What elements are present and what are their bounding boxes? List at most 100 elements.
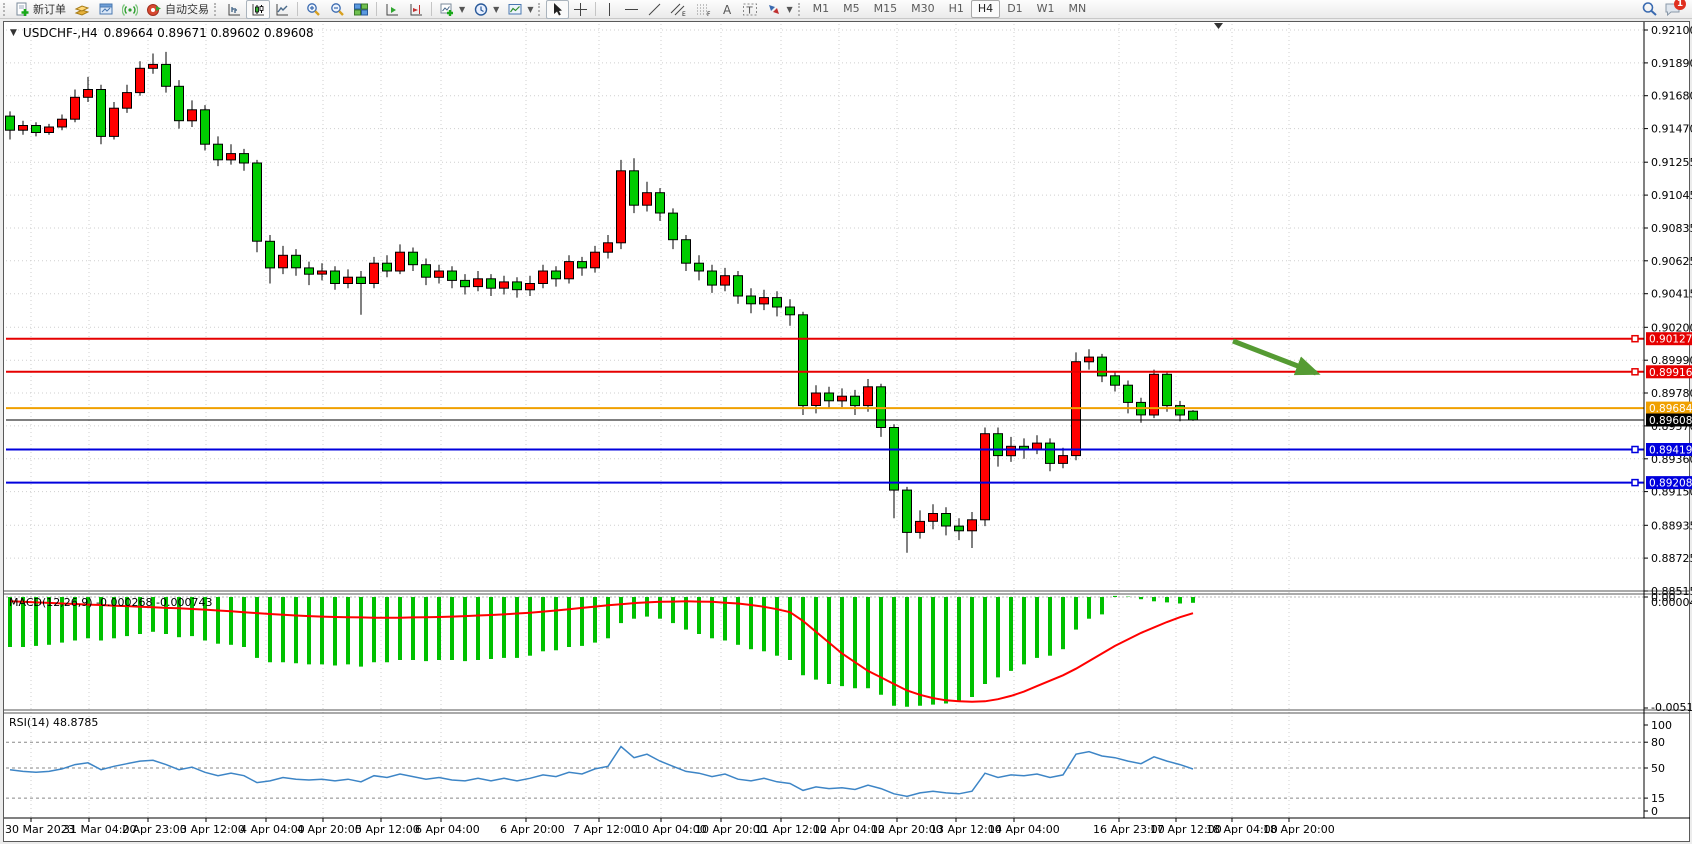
candle bbox=[435, 271, 444, 277]
horizontal-line-tool-button[interactable] bbox=[620, 0, 643, 19]
new-order-button[interactable]: 新订单 bbox=[11, 0, 70, 19]
svg-text:0.91255: 0.91255 bbox=[1651, 156, 1692, 169]
timeframe-button-M30[interactable]: M30 bbox=[904, 0, 942, 18]
data-window-button[interactable] bbox=[94, 0, 118, 19]
candle bbox=[1007, 446, 1016, 455]
timeframe-toolbar: M1M5M15M30H1H4D1W1MN bbox=[806, 0, 1094, 18]
timeframe-button-MN[interactable]: MN bbox=[1062, 0, 1094, 18]
timeframe-button-H4[interactable]: H4 bbox=[971, 0, 1000, 18]
candle bbox=[253, 163, 262, 241]
periods-button[interactable]: ▼ bbox=[469, 0, 503, 19]
new-chart-button[interactable]: ▼ bbox=[435, 0, 469, 19]
toolbar-drag-handle[interactable] bbox=[538, 3, 543, 16]
toolbar: 新订单 自动交易 ▼ bbox=[0, 0, 1692, 19]
svg-text:4 Apr 04:00: 4 Apr 04:00 bbox=[240, 823, 305, 836]
candle bbox=[721, 276, 730, 285]
svg-text:0.89990: 0.89990 bbox=[1651, 354, 1692, 367]
market-watch-button[interactable] bbox=[70, 0, 94, 19]
algo-trading-button[interactable]: 自动交易 bbox=[142, 0, 213, 19]
candle bbox=[630, 171, 639, 205]
chart-shift-marker[interactable] bbox=[1214, 23, 1223, 29]
zoom-out-button[interactable] bbox=[325, 0, 349, 19]
candle bbox=[240, 154, 249, 163]
timeframe-button-D1[interactable]: D1 bbox=[1000, 0, 1029, 18]
arrows-tool-button[interactable]: ▼ bbox=[762, 0, 796, 19]
new-order-label: 新订单 bbox=[33, 1, 66, 17]
timeframe-button-M15[interactable]: M15 bbox=[867, 0, 905, 18]
toolbar-separator bbox=[595, 2, 596, 16]
search-icon[interactable] bbox=[1641, 1, 1658, 17]
tile-windows-button[interactable] bbox=[349, 0, 373, 19]
candle bbox=[318, 271, 327, 274]
candle bbox=[864, 387, 873, 406]
bar-chart-type-button[interactable] bbox=[222, 0, 246, 19]
toolbar-drag-handle[interactable] bbox=[214, 3, 219, 16]
candlestick-chart-type-button[interactable] bbox=[246, 0, 270, 19]
timeframe-button-M5[interactable]: M5 bbox=[836, 0, 867, 18]
svg-text:E: E bbox=[682, 11, 686, 17]
auto-scroll-button[interactable] bbox=[380, 0, 404, 19]
macd-pane bbox=[6, 596, 1644, 707]
candle bbox=[292, 255, 301, 267]
trend-arrow-annotation[interactable] bbox=[1233, 341, 1316, 373]
candle bbox=[942, 514, 951, 527]
svg-text:0.90415: 0.90415 bbox=[1651, 288, 1692, 301]
signals-button[interactable] bbox=[118, 0, 142, 19]
cursor-tool-button[interactable] bbox=[546, 0, 569, 19]
svg-text:3 Apr 12:00: 3 Apr 12:00 bbox=[180, 823, 245, 836]
macd-indicator-label: MACD(12,26,9) -0.000268 -0.000743 bbox=[9, 596, 212, 609]
one-click-trading-toggle-icon[interactable]: ▼ bbox=[10, 28, 17, 38]
channel-tool-button[interactable]: E bbox=[666, 0, 691, 19]
candle bbox=[1124, 385, 1133, 402]
timeframe-button-H1[interactable]: H1 bbox=[942, 0, 971, 18]
svg-text:0.91470: 0.91470 bbox=[1651, 123, 1692, 136]
candle bbox=[266, 241, 275, 268]
candle bbox=[279, 255, 288, 267]
arrows-icon bbox=[766, 2, 782, 17]
svg-text:-0.005106: -0.005106 bbox=[1651, 701, 1692, 714]
svg-text:0.90127: 0.90127 bbox=[1649, 334, 1692, 346]
fibonacci-tool-button[interactable]: F bbox=[691, 0, 716, 19]
horizontal-level-lines[interactable] bbox=[6, 336, 1644, 486]
candle bbox=[812, 393, 821, 406]
chart-shift-button[interactable] bbox=[404, 0, 428, 19]
template-icon bbox=[507, 2, 523, 17]
toolbar-drag-handle[interactable] bbox=[3, 3, 8, 16]
candle bbox=[708, 271, 717, 285]
chart-canvas[interactable]: 0.921000.918900.916800.914700.912550.910… bbox=[0, 0, 1692, 844]
svg-text:T: T bbox=[746, 5, 754, 16]
text-label-tool-button[interactable]: T bbox=[738, 0, 762, 19]
crosshair-tool-button[interactable] bbox=[569, 0, 592, 19]
trendline-tool-button[interactable] bbox=[643, 0, 666, 19]
candle bbox=[591, 252, 600, 268]
candle bbox=[84, 90, 93, 98]
candle bbox=[136, 68, 145, 92]
algo-trading-label: 自动交易 bbox=[165, 1, 209, 17]
candle bbox=[539, 271, 548, 284]
candle bbox=[695, 263, 704, 271]
svg-text:100: 100 bbox=[1651, 719, 1672, 732]
svg-text:0.00: 0.00 bbox=[1651, 591, 1676, 604]
notifications-button[interactable]: 1 bbox=[1664, 1, 1684, 17]
zoom-in-icon bbox=[305, 2, 321, 17]
data-window-icon bbox=[98, 2, 114, 17]
candle bbox=[968, 520, 977, 531]
templates-button[interactable]: ▼ bbox=[503, 0, 537, 19]
zoom-in-button[interactable] bbox=[301, 0, 325, 19]
candle bbox=[188, 110, 197, 121]
candle bbox=[1085, 357, 1094, 362]
candles-layer bbox=[6, 52, 1198, 553]
candle bbox=[1098, 357, 1107, 376]
signal-waves-icon bbox=[122, 2, 138, 17]
text-tool-button[interactable]: A bbox=[716, 0, 738, 19]
tile-windows-icon bbox=[353, 2, 369, 17]
toolbar-right-group: 1 bbox=[1641, 1, 1690, 17]
vertical-line-tool-button[interactable] bbox=[599, 0, 620, 19]
svg-text:0.89419: 0.89419 bbox=[1649, 445, 1692, 457]
candle bbox=[578, 262, 587, 268]
line-chart-type-button[interactable] bbox=[270, 0, 294, 19]
candle bbox=[890, 428, 899, 491]
timeframe-button-M1[interactable]: M1 bbox=[806, 0, 837, 18]
timeframe-button-W1[interactable]: W1 bbox=[1030, 0, 1062, 18]
toolbar-drag-handle[interactable] bbox=[798, 3, 803, 16]
